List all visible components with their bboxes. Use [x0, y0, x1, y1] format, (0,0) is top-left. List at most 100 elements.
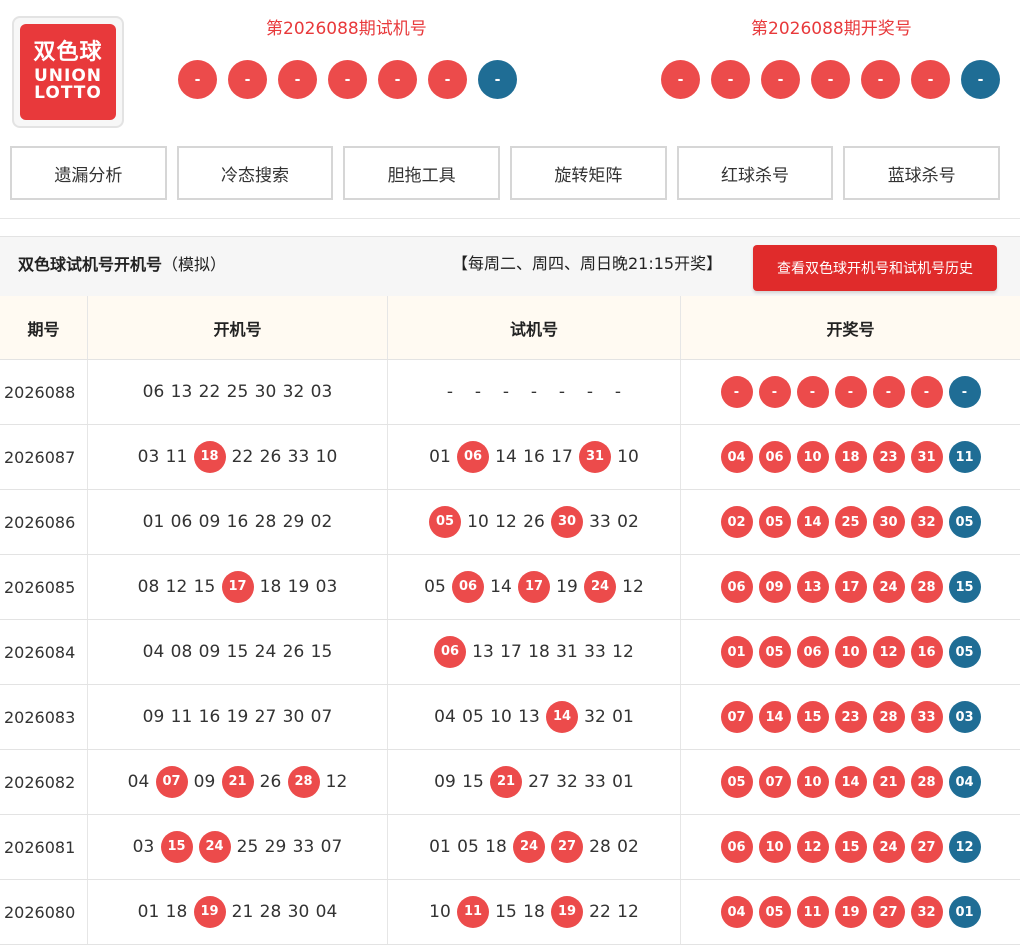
red-ball: 32	[910, 506, 943, 538]
header-prize-number: 开奖号	[826, 319, 875, 339]
matched-number: 21	[490, 766, 522, 798]
red-ball-kill-button[interactable]: 红球杀号	[676, 146, 834, 200]
number: 01	[612, 707, 634, 727]
number: 29	[264, 837, 287, 857]
number: 19	[287, 577, 310, 597]
open-number-cell: 04 07 09 21 26 28 12	[88, 750, 388, 814]
number: 27	[254, 707, 277, 727]
prize-number-cell: 04 06 10 18 23 31 11	[681, 425, 1020, 489]
open-number-cell: 04 08 09 15 24 26 15	[88, 620, 388, 684]
blue-ball: -	[478, 60, 517, 99]
prize-number-cell: 04 05 11 19 27 32 01	[681, 880, 1020, 944]
number: 17	[551, 447, 573, 467]
matched-number: 21	[221, 766, 254, 798]
test-draw-title: 第2026088期试机号	[266, 19, 427, 39]
number: 32	[556, 772, 578, 792]
number: 26	[259, 772, 282, 792]
matched-number: 15	[160, 831, 193, 863]
view-history-button[interactable]: 查看双色球开机号和试机号历史	[753, 245, 997, 291]
table-row: 2026080 01 18 19 21 28 30 04 10 11 15 18 19 22 12 04 05 1…	[0, 880, 1020, 945]
test-number-cell: 06 13 17 18 31 33 12	[388, 620, 681, 684]
number: 26	[523, 512, 545, 532]
red-ball: -	[328, 60, 367, 99]
number: 21	[231, 902, 254, 922]
red-ball: -	[278, 60, 317, 99]
matched-number: 24	[513, 831, 545, 863]
cold-search-button[interactable]: 冷态搜索	[176, 146, 334, 200]
red-ball: 09	[758, 571, 791, 603]
blue-ball: 04	[948, 766, 981, 798]
red-ball: -	[796, 376, 829, 408]
number: 05	[457, 837, 479, 857]
open-number-cell: 01 06 09 16 28 29 02	[88, 490, 388, 554]
prize-number-cell: 07 14 15 23 28 33 03	[681, 685, 1020, 749]
test-number-cell: 05 10 12 26 30 33 02	[388, 490, 681, 554]
test-number-cell: -------	[388, 360, 681, 424]
blue-ball: 11	[948, 441, 981, 473]
number: 01	[429, 837, 451, 857]
number: 09	[198, 642, 221, 662]
red-ball: -	[661, 60, 700, 99]
number: -	[502, 382, 510, 402]
red-ball: 10	[796, 766, 829, 798]
missing-analysis-button[interactable]: 遗漏分析	[10, 146, 167, 200]
red-ball: 07	[720, 701, 753, 733]
matched-number: 06	[434, 636, 466, 668]
number: 12	[622, 577, 644, 597]
red-ball: 33	[910, 701, 943, 733]
logo-text-en: UNION LOTTO	[33, 66, 103, 103]
period-cell: 2026080	[0, 880, 88, 944]
banker-tool-button[interactable]: 胆拖工具	[343, 146, 501, 200]
number: 18	[523, 902, 545, 922]
period-cell: 2026083	[0, 685, 88, 749]
red-ball: 24	[872, 571, 905, 603]
number: 22	[198, 382, 221, 402]
red-ball: 23	[872, 441, 905, 473]
red-ball: 04	[720, 441, 753, 473]
red-ball: 14	[834, 766, 867, 798]
number: 02	[617, 512, 639, 532]
matched-number: 24	[198, 831, 231, 863]
matched-number: 19	[551, 896, 583, 928]
number: 01	[137, 902, 160, 922]
number: 15	[495, 902, 517, 922]
number: 03	[315, 577, 338, 597]
number: 18	[165, 902, 188, 922]
red-ball: -	[178, 60, 217, 99]
blue-ball-kill-button[interactable]: 蓝球杀号	[843, 146, 1001, 200]
matched-number: 07	[155, 766, 188, 798]
number: 33	[584, 772, 606, 792]
blue-ball: -	[948, 376, 981, 408]
number: -	[586, 382, 594, 402]
open-draw-balls: -------	[661, 60, 1000, 99]
red-ball: 10	[834, 636, 867, 668]
number: 33	[584, 642, 606, 662]
open-draw-title: 第2026088期开奖号	[751, 19, 912, 39]
period-cell: 2026082	[0, 750, 88, 814]
red-ball: 06	[758, 441, 791, 473]
number: 10	[490, 707, 512, 727]
number: 11	[165, 447, 188, 467]
matched-number: 14	[546, 701, 578, 733]
matched-number: 27	[551, 831, 583, 863]
matched-number: 17	[518, 571, 550, 603]
section-header: 双色球试机号开机号（模拟） 【每周二、周四、周日晚21:15开奖】 查看双色球开…	[0, 236, 1020, 296]
red-ball: 14	[758, 701, 791, 733]
rotation-matrix-button[interactable]: 旋转矩阵	[510, 146, 667, 200]
red-ball: 05	[720, 766, 753, 798]
table-row: 2026081 03 15 24 25 29 33 07 01 05 18 24 27 28 02 06 10 1…	[0, 815, 1020, 880]
red-ball: -	[758, 376, 791, 408]
number: 07	[320, 837, 343, 857]
number: 26	[282, 642, 305, 662]
red-ball: 17	[834, 571, 867, 603]
blue-ball: 03	[948, 701, 981, 733]
test-draw-balls: -------	[178, 60, 517, 99]
number: 05	[462, 707, 484, 727]
open-number-cell: 09 11 16 19 27 30 07	[88, 685, 388, 749]
number: -	[474, 382, 482, 402]
number: 09	[142, 707, 165, 727]
number: 12	[617, 902, 639, 922]
red-ball: -	[834, 376, 867, 408]
number: 12	[612, 642, 634, 662]
test-number-cell: 01 06 14 16 17 31 10	[388, 425, 681, 489]
